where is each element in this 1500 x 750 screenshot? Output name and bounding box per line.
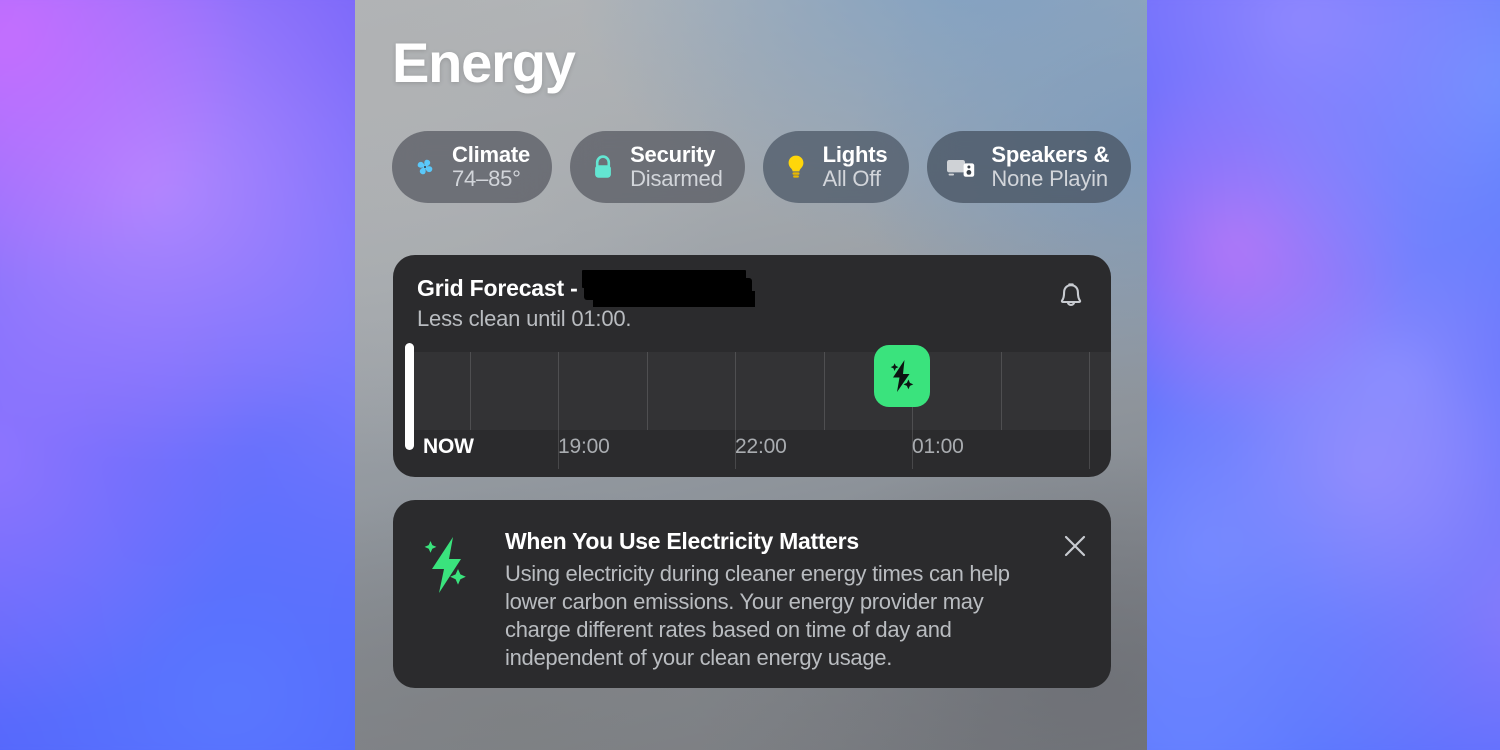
timeline-gridline (1089, 352, 1090, 469)
grid-forecast-header: Grid Forecast - Less clean until 01:00. (417, 275, 1091, 332)
speaker-icon (945, 152, 979, 182)
status-pill-title: Lights (822, 142, 888, 168)
now-marker (405, 343, 414, 450)
status-pill-row: Climate 74–85° Security Disarmed Lights … (392, 131, 1132, 203)
timeline-gridline (470, 352, 471, 430)
grid-forecast-timeline[interactable]: NOW 19:00 22:00 01:00 (393, 343, 1111, 469)
status-pill-title: Security (630, 142, 716, 168)
bell-icon[interactable] (1051, 277, 1091, 317)
status-pill-climate-text: Climate 74–85° (452, 143, 530, 191)
info-card-title: When You Use Electricity Matters (505, 528, 859, 554)
status-pill-subtitle: None Playin (991, 166, 1108, 191)
lock-icon (588, 152, 618, 182)
grid-forecast-title: Grid Forecast - (417, 275, 578, 301)
status-pill-subtitle: All Off (822, 166, 881, 191)
status-pill-security[interactable]: Security Disarmed (570, 131, 745, 203)
timeline-tick-label: NOW (423, 435, 474, 458)
green-bolt-sparkle-icon (413, 532, 479, 598)
info-card-body: When You Use Electricity Matters Using e… (505, 528, 1045, 672)
fan-icon (410, 152, 440, 182)
status-pill-subtitle: 74–85° (452, 166, 521, 191)
timeline-gridline (647, 352, 648, 430)
bulb-icon (781, 152, 811, 182)
status-pill-subtitle: Disarmed (630, 166, 723, 191)
grid-forecast-card[interactable]: Grid Forecast - Less clean until 01:00. … (393, 255, 1111, 477)
timeline-tick-label: 22:00 (735, 435, 787, 458)
redaction-bar (583, 277, 752, 300)
close-icon[interactable] (1055, 526, 1095, 566)
timeline-band (412, 352, 1111, 430)
screenshot-stage: Energy Climate 74–85° Security Disarmed … (0, 0, 1500, 750)
page-title: Energy (392, 31, 576, 94)
timeline-tick-label: 19:00 (558, 435, 610, 458)
grid-forecast-subtitle: Less clean until 01:00. (417, 306, 632, 331)
info-card: When You Use Electricity Matters Using e… (393, 500, 1111, 688)
status-pill-speakers-text: Speakers & None Playin (991, 143, 1109, 191)
grid-forecast-title-row: Grid Forecast - (417, 275, 1091, 302)
status-pill-lights[interactable]: Lights All Off (762, 131, 910, 203)
status-pill-climate[interactable]: Climate 74–85° (392, 131, 553, 203)
status-pill-speakers[interactable]: Speakers & None Playin (927, 131, 1132, 203)
timeline-gridline (824, 352, 825, 430)
timeline-gridline (1001, 352, 1002, 430)
info-card-text: Using electricity during cleaner energy … (505, 561, 1010, 670)
status-pill-lights-text: Lights All Off (823, 143, 888, 191)
clean-energy-bolt-icon (890, 360, 914, 392)
status-pill-title: Climate (452, 142, 531, 168)
timeline-tick-label: 01:00 (912, 435, 964, 458)
clean-energy-badge[interactable] (874, 345, 930, 407)
phone-screen: Energy Climate 74–85° Security Disarmed … (355, 0, 1147, 750)
status-pill-title: Speakers & (991, 142, 1110, 168)
status-pill-security-text: Security Disarmed (630, 143, 723, 191)
